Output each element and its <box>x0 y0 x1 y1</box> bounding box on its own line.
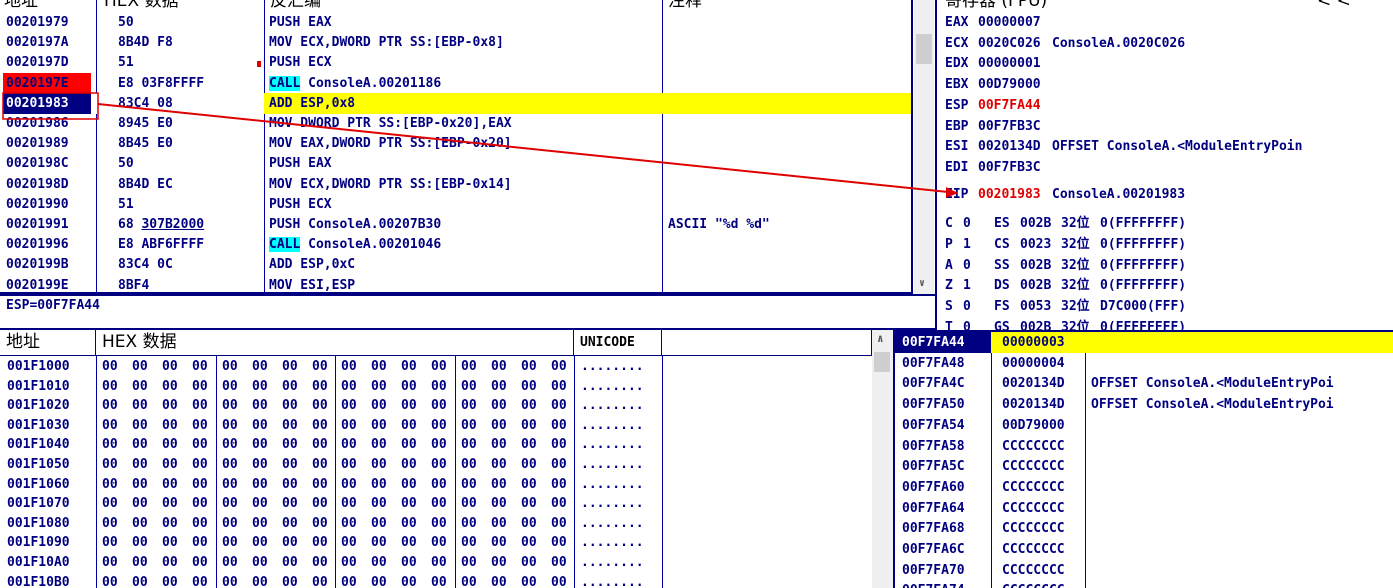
jump-arrow <box>2 92 958 198</box>
